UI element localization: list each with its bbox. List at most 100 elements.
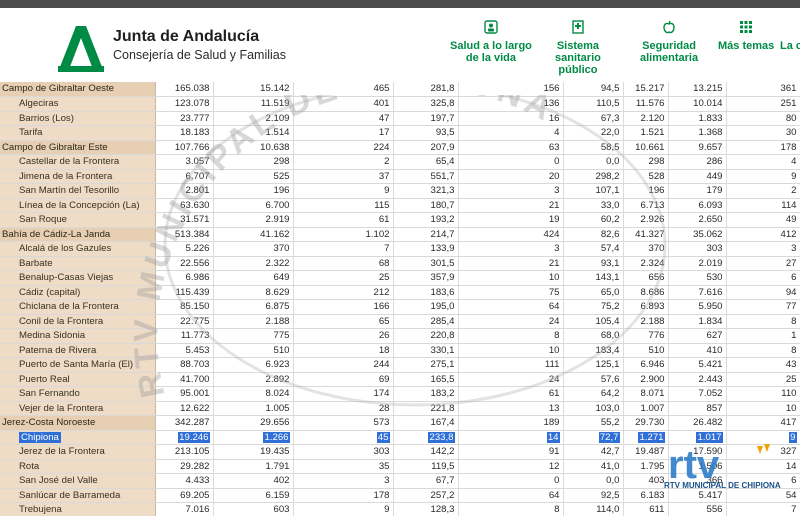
row-name-cell: Benalup-Casas Viejas [0,270,156,286]
value-cell: 6.713 [623,198,669,213]
value-cell: 0,0 [563,154,624,170]
cell-value: 143,1 [595,272,620,283]
table-row[interactable]: Chipiona 19.246 1.266 45 233,8 14 72,7 1.271 1.0… [0,430,800,445]
cell-value: 111 [544,359,560,370]
cell-value: 449 [706,170,723,182]
row-name-cell: Campo de Gibraltar Oeste [0,82,156,97]
row-name-cell: Barbate [0,256,156,271]
table-row[interactable]: Alcalá de los Gazules 5.226 370 7 133,9 3 57,4… [0,241,800,257]
table-row[interactable]: Puerto Real 41.700 2.892 69 165,5 24 57,6 2.900… [0,372,800,387]
row-name: Sanlúcar de Barrameda [19,489,121,501]
value-cell: 4.433 [155,473,214,489]
table-row[interactable]: Puerto de Santa María (El) 88.703 6.923 244… [0,357,800,373]
table-row[interactable]: Cádiz (capital) 115.439 8.629 212 183,6 75 65,… [0,285,800,300]
value-cell: 27 [726,256,800,271]
value-cell: 35.062 [668,227,727,242]
cell-value: 21 [548,199,560,211]
junta-andalucia-logo-icon[interactable] [58,26,104,72]
table-row[interactable]: Benalup-Casas Viejas 6.986 649 25 357,9 10 143… [0,270,800,286]
value-cell: 776 [623,328,669,344]
table-row[interactable]: San Fernando 95.001 8.024 174 183,2 61 64,2 8.0… [0,386,800,402]
table-row[interactable]: Algeciras 123.078 11.519 401 325,8 136 110,5 11… [0,96,800,112]
table-row[interactable]: Chiclana de la Frontera 85.150 6.875 166 195… [0,299,800,315]
table-row-region[interactable]: Campo de Gibraltar Oeste 165.038 15.142 465… [0,82,800,97]
cell-value: 183,6 [430,286,455,298]
cell-value: 179 [706,185,723,196]
table-row[interactable]: Castellar de la Frontera 3.057 298 2 65,4 0 0,… [0,154,800,170]
cell-value: 55,2 [600,417,620,428]
value-cell: 370 [623,241,669,257]
value-cell: 10 [458,343,564,358]
value-cell: 12 [458,459,564,474]
value-cell: 9 [726,430,800,445]
cell-value: 65,0 [600,286,620,298]
cell-value: 196 [273,185,290,196]
table-row[interactable]: Tarifa 18.183 1.514 17 93,5 4 22,0 1.521 1.368 30 [0,125,800,141]
table-row[interactable]: Paterna de Rivera 5.453 510 18 330,1 10 183,4 5… [0,343,800,358]
value-cell: 1.266 [213,430,294,445]
row-name-cell: Castellar de la Frontera [0,154,156,170]
table-row-region[interactable]: Jerez-Costa Noroeste 342.287 29.656 573 167,… [0,415,800,431]
cell-value: 3 [554,243,560,254]
value-cell: 6.986 [155,270,214,286]
cell-value: 298 [273,156,290,167]
nav-sistema-sanitario-publico[interactable]: Sistema sanitario público [555,20,601,76]
row-name: Bahía de Cádiz-La Janda [2,228,111,240]
value-cell: 2.109 [213,111,294,126]
value-cell: 281,8 [393,82,459,97]
table-row-region[interactable]: Bahía de Cádiz-La Janda 513.384 41.162 1.10… [0,227,800,242]
cell-value: 41.162 [260,228,290,240]
table-row[interactable]: Rota 29.282 1.791 35 119,5 12 41,0 1.795 1.506 14 [0,459,800,474]
table-row[interactable]: Jerez de la Frontera 213.105 19.435 303 142,… [0,444,800,460]
value-cell: 29.656 [213,415,294,431]
table-row[interactable]: Barrios (Los) 23.777 2.109 47 197,7 16 67,3 2.1… [0,111,800,126]
value-cell: 94 [726,285,800,300]
value-cell: 303 [293,444,394,460]
table-row[interactable]: Medina Sidonia 11.773 775 26 220,8 8 68,0 776 62… [0,328,800,344]
cell-value: 1.005 [265,402,290,414]
table-row[interactable]: San Roque 31.571 2.919 61 193,2 19 60,2 2.926 2.… [0,212,800,228]
value-cell: 6.875 [213,299,294,315]
table-row-region[interactable]: Campo de Gibraltar Este 107.766 10.638 224 2… [0,140,800,155]
table-row[interactable]: Jimena de la Frontera 6.707 525 37 551,7 20 29… [0,169,800,184]
value-cell: 128,3 [393,502,459,516]
value-cell: 82,6 [563,227,624,242]
nav-mas-temas[interactable]: Más temas [718,20,774,52]
value-cell: 3 [726,241,800,257]
cell-value: 2 [384,156,390,167]
cell-value: 224 [373,141,390,153]
value-cell: 174 [293,386,394,402]
cell-value: 510 [273,344,290,356]
cell-value: 370 [273,243,290,254]
table-row[interactable]: San Martín del Tesorillo 2.801 196 9 321,3 3 1… [0,183,800,199]
table-row[interactable]: Línea de la Concepción (La) 63.630 6.700 11… [0,198,800,213]
row-name-cell: Vejer de la Frontera [0,401,156,416]
cell-value: 221,8 [430,402,455,414]
cell-value: 649 [273,272,290,283]
table-row[interactable]: Vejer de la Frontera 12.622 1.005 28 221,8 13… [0,401,800,416]
value-cell: 57,6 [563,372,624,387]
table-row[interactable]: Sanlúcar de Barrameda 69.205 6.159 178 257,2… [0,488,800,503]
cell-value: 2.892 [265,373,290,385]
value-cell: 69.205 [155,488,214,503]
table-row[interactable]: Trebujena 7.016 603 9 128,3 8 114,0 611 556 7 [0,502,800,516]
cell-value: 528 [648,170,665,182]
value-cell: 19 [458,212,564,228]
value-cell: 19.487 [623,444,669,460]
cell-value: 107,1 [595,185,620,196]
nav-la-consejeria-cutoff[interactable]: La c [780,40,800,52]
cell-value: 19.246 [178,431,210,443]
statistics-table-container[interactable]: Campo de Gibraltar Oeste 165.038 15.142 465… [0,82,800,516]
value-cell: 19.435 [213,444,294,460]
table-row[interactable]: Conil de la Frontera 22.775 2.188 65 285,4 24… [0,314,800,329]
cell-value: 1.102 [365,228,390,240]
nav-seguridad-alimentaria[interactable]: Seguridad alimentaria [640,20,698,64]
cell-value: 13 [548,402,560,414]
table-row[interactable]: Barbate 22.556 2.322 68 301,5 21 93,1 2.324 2.01… [0,256,800,271]
nav-salud-a-lo-largo-de-la-vida[interactable]: Salud a lo largo de la vida [450,20,532,64]
value-cell: 193,2 [393,212,459,228]
cell-value: 63.630 [180,199,210,211]
cell-value: 85.150 [180,301,210,312]
value-cell: 92,5 [563,488,624,503]
brand-title[interactable]: Junta de Andalucía [113,28,259,46]
